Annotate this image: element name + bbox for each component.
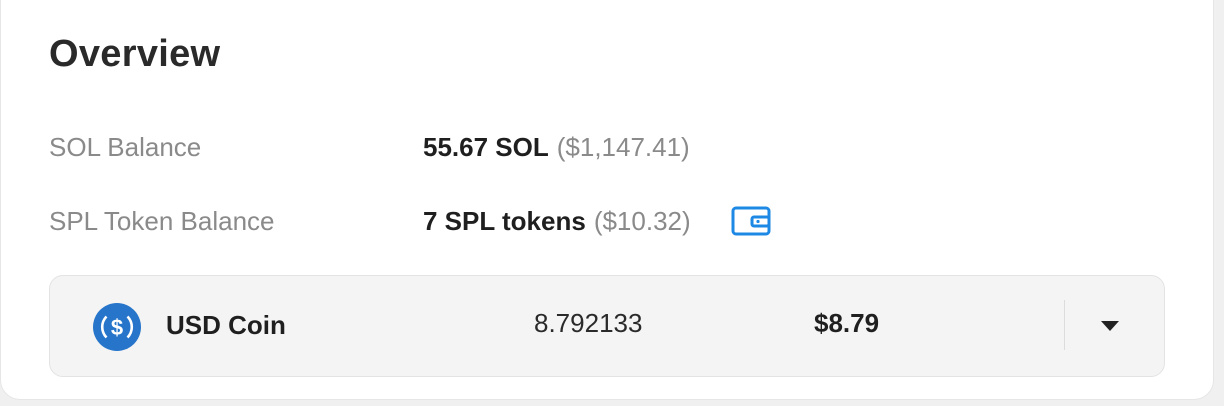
token-usd-value: $8.79: [814, 308, 880, 338]
overview-card: Overview SOL Balance 55.67 SOL ($1,147.4…: [0, 0, 1214, 400]
chevron-down-icon[interactable]: [1090, 306, 1130, 346]
spl-balance-label: SPL Token Balance: [49, 205, 275, 236]
spl-balance-row: SPL Token Balance 7 SPL tokens ($10.32): [49, 201, 771, 241]
spl-balance-amount: 7 SPL tokens: [423, 205, 586, 236]
token-list-item[interactable]: $ USD Coin 8.792133 $8.79: [49, 275, 1165, 377]
divider: [1064, 300, 1065, 350]
svg-text:$: $: [111, 315, 123, 340]
spl-balance-usd: ($10.32): [593, 205, 691, 236]
usd-coin-icon: $: [92, 302, 142, 352]
sol-balance-label: SOL Balance: [49, 131, 202, 162]
sol-balance-value: 55.67 SOL ($1,147.41): [423, 132, 690, 163]
page-title: Overview: [49, 33, 221, 75]
sol-balance-row: SOL Balance 55.67 SOL ($1,147.41): [49, 127, 690, 167]
token-amount: 8.792133: [534, 308, 643, 338]
sol-balance-usd: ($1,147.41): [556, 131, 690, 162]
token-name: USD Coin: [166, 310, 286, 340]
sol-balance-amount: 55.67 SOL: [423, 131, 549, 162]
spl-balance-value: 7 SPL tokens ($10.32): [423, 205, 771, 237]
wallet-icon[interactable]: [731, 205, 771, 237]
